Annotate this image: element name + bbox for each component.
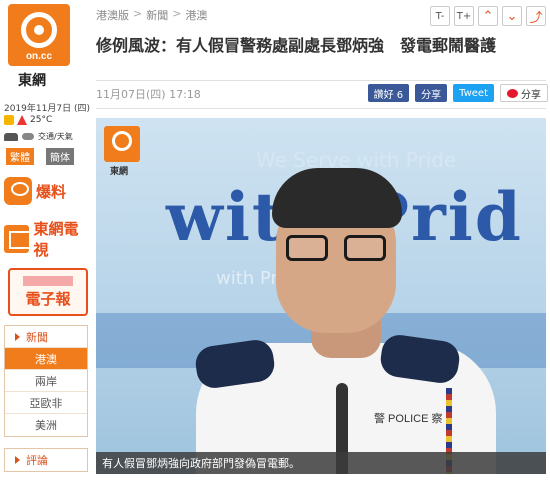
bullet-icon	[15, 456, 20, 464]
font-larger-button[interactable]: T+	[454, 6, 474, 26]
share-icon[interactable]: ⤴	[526, 6, 546, 26]
scoop-link[interactable]: 爆料	[4, 172, 88, 210]
article-timestamp: 11月07日(四) 17:18	[96, 88, 201, 101]
breadcrumb-news[interactable]: 新聞	[146, 7, 168, 23]
epaper-label: 電子報	[25, 289, 71, 308]
facebook-like-button[interactable]: 讚好 6	[367, 84, 410, 102]
nav-item-hk-macau[interactable]: 港澳	[5, 348, 87, 370]
nav-comments-label: 評論	[26, 454, 48, 467]
glasses-lens-right	[344, 235, 386, 261]
tv-icon	[4, 225, 32, 253]
oncc-logo[interactable]: on.cc	[8, 4, 70, 66]
cloud-icon	[22, 133, 34, 140]
chat-bubble-icon	[4, 177, 32, 205]
weather-widget[interactable]: 25°C	[4, 115, 52, 125]
main-content: 港澳版 > 新聞 > 港澳 T- T+ ⌃ ⌄ ⤴ 修例風波：有人假冒警務處副處…	[96, 0, 550, 482]
car-icon	[4, 132, 18, 141]
article-toolbar: T- T+ ⌃ ⌄ ⤴	[430, 6, 546, 26]
sidebar: on.cc 東網 2019年11月7日 (四) 25°C 交通/天氣 繁體 簡体…	[0, 0, 92, 482]
current-date: 2019年11月7日 (四)	[4, 104, 90, 114]
share-bar: 讚好 6 分享 Tweet 分享	[367, 84, 548, 102]
temperature: 25°C	[30, 115, 53, 125]
simplified-chinese-button[interactable]: 簡体	[46, 148, 74, 165]
glasses-lens-left	[286, 235, 328, 261]
breadcrumb-edition[interactable]: 港澳版	[96, 7, 129, 23]
nav-item-americas[interactable]: 美洲	[5, 414, 87, 436]
article-headline: 修例風波：有人假冒警務處副處長鄧炳強 發電郵鬧醫護	[96, 36, 497, 55]
bullet-icon	[15, 332, 20, 341]
tv-label: 東網電視	[33, 220, 79, 259]
breadcrumb-section[interactable]: 港澳	[185, 7, 207, 23]
scoop-label: 爆料	[36, 182, 67, 201]
article-photo[interactable]: We Serve with Pride with Prid with Pride…	[96, 118, 546, 474]
warning-icon	[17, 115, 27, 125]
sun-icon	[4, 115, 14, 125]
site-name[interactable]: 東網	[18, 70, 46, 90]
chevron-up-icon[interactable]: ⌃	[478, 6, 498, 26]
nav-header-label: 新聞	[26, 330, 48, 344]
hair-shape	[272, 168, 402, 228]
nav-header-news[interactable]: 新聞	[5, 326, 87, 348]
traffic-label: 交通/天氣	[38, 132, 73, 141]
weibo-icon	[507, 88, 518, 98]
font-smaller-button[interactable]: T-	[430, 6, 450, 26]
glasses-shape	[286, 235, 386, 263]
newspaper-icon	[23, 275, 73, 286]
divider	[96, 80, 546, 81]
weibo-share-button[interactable]: 分享	[500, 84, 548, 102]
nav-item-cross-strait[interactable]: 兩岸	[5, 370, 87, 392]
breadcrumb-separator: >	[172, 7, 182, 20]
photo-caption: 有人假冒鄧炳強向政府部門發偽冒電郵。	[96, 452, 546, 474]
facebook-share-button[interactable]: 分享	[415, 84, 448, 102]
section-nav: 新聞 港澳 兩岸 亞歐非 美洲	[4, 325, 88, 437]
language-switcher: 繁體 簡体	[6, 148, 74, 165]
watermark-name: 東網	[110, 167, 129, 177]
logo-text: on.cc	[25, 51, 53, 62]
breadcrumb: 港澳版 > 新聞 > 港澳	[96, 7, 207, 23]
divider	[96, 108, 546, 109]
logo-mark-icon	[21, 12, 57, 48]
police-badge-text: 警 POLICE 察	[374, 413, 443, 425]
nav-item-asia-europe-africa[interactable]: 亞歐非	[5, 392, 87, 414]
tweet-button[interactable]: Tweet	[453, 84, 494, 102]
traditional-chinese-button[interactable]: 繁體	[6, 148, 34, 165]
weibo-share-label: 分享	[521, 89, 541, 101]
epaper-link[interactable]: 電子報	[8, 268, 88, 316]
watermark-logo-icon	[104, 126, 140, 162]
nav-item-comments[interactable]: 評論	[5, 449, 87, 471]
comments-nav: 評論	[4, 448, 88, 472]
chevron-down-icon[interactable]: ⌄	[502, 6, 522, 26]
traffic-weather-link[interactable]: 交通/天氣	[4, 131, 73, 142]
tv-link[interactable]: 東網電視	[4, 220, 88, 259]
breadcrumb-separator: >	[133, 7, 143, 20]
